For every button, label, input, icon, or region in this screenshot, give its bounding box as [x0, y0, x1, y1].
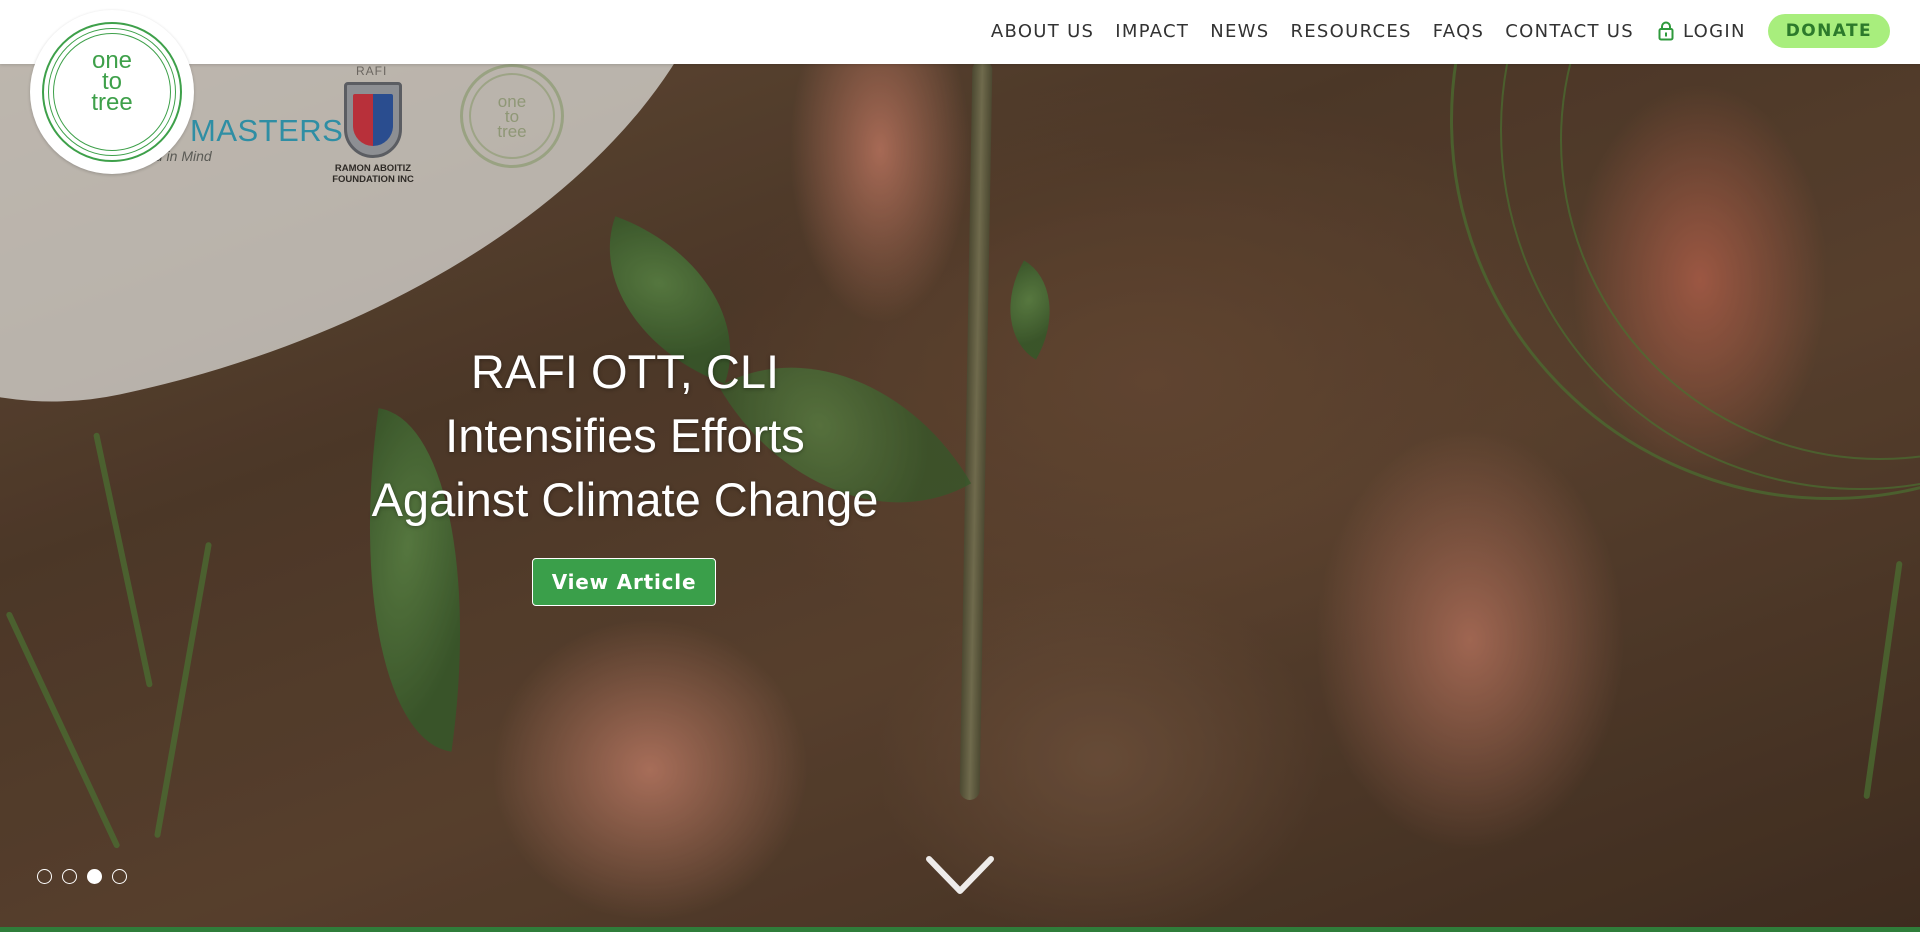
login-link[interactable]: LOGIN [1658, 21, 1746, 42]
logo-text-line: tree [91, 89, 133, 116]
carousel-dots [37, 869, 127, 884]
login-label: LOGIN [1682, 20, 1746, 42]
hero-headline-line: Intensifies Efforts [445, 409, 805, 462]
main-nav: ABOUT US IMPACT NEWS RESOURCES FAQS CONT… [970, 14, 1890, 48]
nav-news[interactable]: NEWS [1210, 21, 1269, 42]
logo-text: one to tree [30, 49, 194, 116]
rafi-caption-line-2: FOUNDATION INC [332, 174, 414, 185]
view-article-button[interactable]: View Article [532, 558, 716, 606]
nav-resources[interactable]: RESOURCES [1290, 21, 1411, 42]
rafi-shield-logo [344, 82, 402, 158]
site-header: ABOUT US IMPACT NEWS RESOURCES FAQS CONT… [0, 0, 1920, 64]
hero-headline-line: Against Climate Change [371, 473, 879, 526]
carousel-dot-4[interactable] [112, 869, 127, 884]
carousel-dot-2[interactable] [62, 869, 77, 884]
carousel-dot-1[interactable] [37, 869, 52, 884]
chevron-down-icon[interactable] [925, 855, 995, 899]
one-to-tree-small-logo: one to tree [460, 64, 564, 168]
cleanmasters-logo-text: MASTERS [190, 113, 344, 148]
nav-about-us[interactable]: ABOUT US [991, 21, 1094, 42]
rafi-caption: RAMON ABOITIZ FOUNDATION INC [318, 163, 428, 185]
hero-headline: RAFI OTT, CLI Intensifies Efforts Agains… [360, 340, 890, 532]
carousel-dot-3[interactable] [87, 869, 102, 884]
nav-impact[interactable]: IMPACT [1115, 21, 1189, 42]
nav-faqs[interactable]: FAQS [1433, 21, 1485, 42]
one-to-tree-logo[interactable]: one to tree [30, 10, 194, 174]
hero-headline-line: RAFI OTT, CLI [470, 345, 780, 398]
bottom-accent-bar [0, 927, 1920, 932]
nav-contact-us[interactable]: CONTACT US [1505, 21, 1634, 42]
lock-icon [1658, 21, 1674, 41]
donate-button[interactable]: DONATE [1767, 14, 1890, 48]
rafi-caption-line-1: RAMON ABOITIZ [334, 163, 412, 174]
rafi-logo-label: RAFI [356, 64, 388, 78]
